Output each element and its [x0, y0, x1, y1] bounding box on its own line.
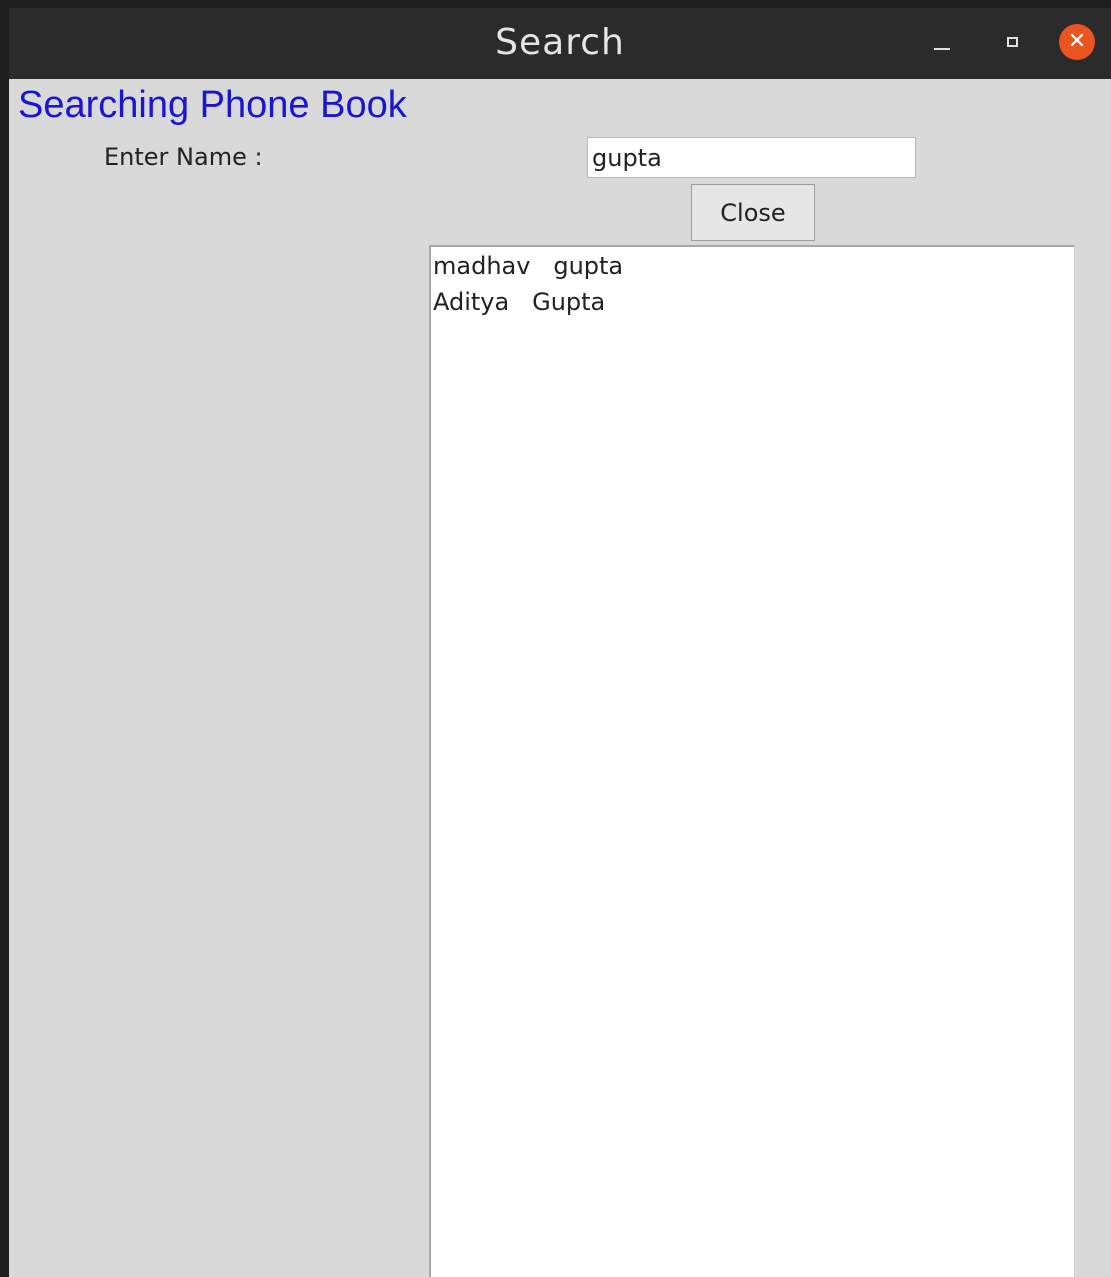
minimize-icon [934, 48, 950, 50]
name-label: Enter Name : [104, 143, 263, 171]
window-close-button[interactable]: ✕ [1059, 24, 1095, 60]
list-item[interactable]: madhav gupta [431, 249, 1074, 285]
maximize-icon [1006, 37, 1018, 47]
close-button[interactable]: Close [691, 184, 815, 241]
page-title: Searching Phone Book [18, 84, 407, 126]
close-icon: ✕ [1067, 29, 1087, 54]
minimize-button[interactable] [924, 24, 960, 60]
name-input[interactable] [587, 137, 916, 178]
list-item[interactable]: Aditya Gupta [431, 285, 1074, 321]
search-window: Search ✕ Searching Phone Book Enter Name… [9, 8, 1111, 1277]
title-bar[interactable]: Search ✕ [9, 8, 1111, 79]
maximize-button[interactable] [994, 24, 1030, 60]
results-listbox[interactable]: madhav gupta Aditya Gupta [429, 245, 1075, 1277]
